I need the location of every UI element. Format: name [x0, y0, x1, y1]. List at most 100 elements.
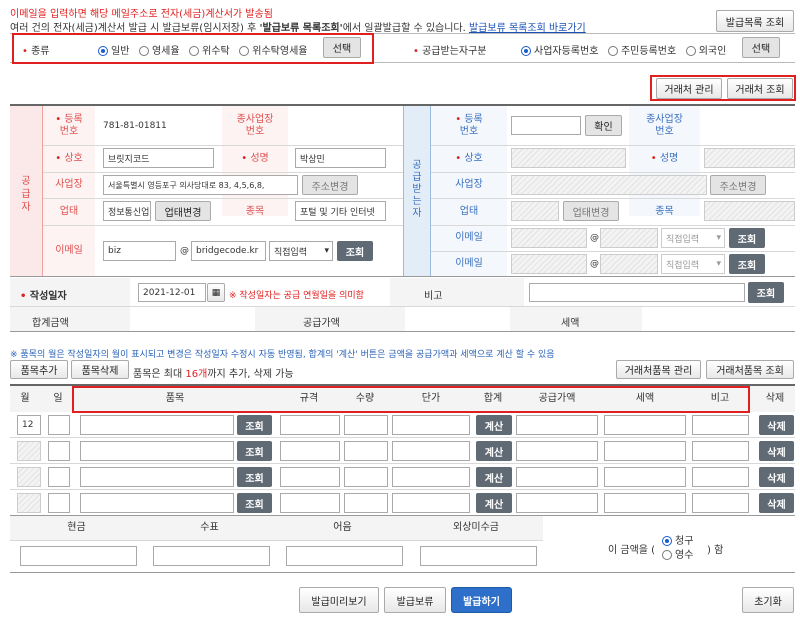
- qty-input[interactable]: [344, 441, 388, 461]
- receiver-name-input[interactable]: [511, 148, 626, 168]
- supply-input[interactable]: [516, 441, 598, 461]
- supplier-email-select[interactable]: 직접입력 ▾: [269, 241, 333, 261]
- memo-lookup-button[interactable]: 조회: [748, 282, 784, 303]
- pay-check-input[interactable]: [153, 546, 270, 566]
- tax-input[interactable]: [604, 467, 686, 487]
- tax-input[interactable]: [604, 493, 686, 513]
- claim-radio-claim[interactable]: 청구: [662, 532, 693, 547]
- receiver-biz-input[interactable]: [511, 201, 559, 221]
- recv-radio-bizno[interactable]: 사업자등록번호: [521, 46, 598, 57]
- month-input[interactable]: [17, 441, 41, 461]
- memo-input[interactable]: [692, 493, 749, 513]
- supply-input[interactable]: [516, 415, 598, 435]
- supplier-addr-button[interactable]: 주소변경: [302, 175, 358, 195]
- supplier-email-lookup-button[interactable]: 조회: [337, 241, 373, 261]
- claim-radio-receipt[interactable]: 영수: [662, 546, 693, 561]
- price-input[interactable]: [392, 467, 470, 487]
- receiver-biz-button[interactable]: 업태변경: [563, 201, 619, 221]
- item-lookup-button[interactable]: 조회: [237, 467, 272, 487]
- memo-input[interactable]: [692, 415, 749, 435]
- partner-lookup-button[interactable]: 거래처 조회: [727, 78, 793, 99]
- supplier-email-id[interactable]: biz: [103, 241, 176, 261]
- supplier-ceo-input[interactable]: 박상민: [295, 148, 386, 168]
- memo-input[interactable]: [692, 467, 749, 487]
- row-delete-button[interactable]: 삭제: [759, 493, 794, 513]
- day-input[interactable]: [48, 441, 70, 461]
- row-delete-button[interactable]: 삭제: [759, 441, 794, 461]
- supplier-addr-input[interactable]: 서울특별시 영등포구 의사당대로 83, 4,5,6,8,: [103, 175, 298, 195]
- receiver-email-id-2[interactable]: [511, 254, 587, 274]
- receiver-email-domain-2[interactable]: [600, 254, 658, 274]
- delete-item-button[interactable]: 품목삭제: [71, 360, 129, 379]
- recv-radio-resident[interactable]: 주민등록번호: [607, 46, 676, 57]
- date-input[interactable]: 2021-12-01: [138, 283, 206, 302]
- memo-input[interactable]: [692, 441, 749, 461]
- type-radio-consign[interactable]: 위수탁: [189, 46, 230, 57]
- item-lookup-button[interactable]: 조회: [237, 415, 272, 435]
- type-radio-consign-zero[interactable]: 위수탁영세율: [239, 46, 307, 57]
- calc-button[interactable]: 계산: [476, 467, 512, 487]
- type-radio-zero[interactable]: 영세율: [138, 46, 180, 57]
- supply-input[interactable]: [516, 467, 598, 487]
- type-radio-general[interactable]: 일반: [98, 46, 129, 57]
- month-input[interactable]: [17, 467, 41, 487]
- pay-credit-input[interactable]: [420, 546, 537, 566]
- supplier-name-input[interactable]: 브릿지코드: [103, 148, 214, 168]
- calc-button[interactable]: 계산: [476, 493, 512, 513]
- month-input[interactable]: [17, 493, 41, 513]
- receiver-email-select-1[interactable]: 직접입력 ▾: [661, 228, 725, 248]
- issue-list-button[interactable]: 발급목록 조회: [716, 10, 794, 32]
- pay-note-input[interactable]: [286, 546, 403, 566]
- supplier-item-input[interactable]: 포털 및 기타 인터넷: [295, 201, 386, 221]
- qty-input[interactable]: [344, 467, 388, 487]
- item-input[interactable]: [80, 441, 234, 461]
- reset-button[interactable]: 초기화: [742, 587, 794, 613]
- supply-input[interactable]: [516, 493, 598, 513]
- spec-input[interactable]: [280, 441, 340, 461]
- tax-input[interactable]: [604, 441, 686, 461]
- partner-item-manage-button[interactable]: 거래처품목 관리: [616, 360, 701, 379]
- recv-select-button[interactable]: 선택: [742, 37, 780, 58]
- spec-input[interactable]: [280, 467, 340, 487]
- type-select-button[interactable]: 선택: [323, 37, 361, 58]
- spec-input[interactable]: [280, 415, 340, 435]
- preview-button[interactable]: 발급미리보기: [299, 587, 379, 613]
- item-input[interactable]: [80, 467, 234, 487]
- item-lookup-button[interactable]: 조회: [237, 493, 272, 513]
- receiver-addr-input[interactable]: [511, 175, 707, 195]
- supplier-biz-button[interactable]: 업태변경: [155, 201, 211, 221]
- row-delete-button[interactable]: 삭제: [759, 415, 794, 435]
- day-input[interactable]: [48, 415, 70, 435]
- receiver-email-domain-1[interactable]: [600, 228, 658, 248]
- tax-input[interactable]: [604, 415, 686, 435]
- item-lookup-button[interactable]: 조회: [237, 441, 272, 461]
- supplier-email-domain[interactable]: bridgecode.kr: [191, 241, 266, 261]
- receiver-email-lookup-1[interactable]: 조회: [729, 228, 765, 248]
- month-input[interactable]: 12: [17, 415, 41, 435]
- day-input[interactable]: [48, 493, 70, 513]
- calendar-icon[interactable]: ▦: [207, 283, 225, 302]
- price-input[interactable]: [392, 415, 470, 435]
- item-input[interactable]: [80, 493, 234, 513]
- supplier-biz-input[interactable]: 정보통신업: [103, 201, 151, 221]
- partner-item-lookup-button[interactable]: 거래처품목 조회: [706, 360, 794, 379]
- hold-button[interactable]: 발급보류: [384, 587, 446, 613]
- calc-button[interactable]: 계산: [476, 441, 512, 461]
- receiver-confirm-button[interactable]: 확인: [585, 115, 622, 136]
- receiver-addr-button[interactable]: 주소변경: [710, 175, 766, 195]
- item-input[interactable]: [80, 415, 234, 435]
- qty-input[interactable]: [344, 493, 388, 513]
- recv-radio-foreign[interactable]: 외국인: [685, 46, 726, 57]
- row-delete-button[interactable]: 삭제: [759, 467, 794, 487]
- spec-input[interactable]: [280, 493, 340, 513]
- day-input[interactable]: [48, 467, 70, 487]
- partner-manage-button[interactable]: 거래처 관리: [656, 78, 722, 99]
- price-input[interactable]: [392, 441, 470, 461]
- receiver-email-lookup-2[interactable]: 조회: [729, 254, 765, 274]
- receiver-email-id-1[interactable]: [511, 228, 587, 248]
- memo-input[interactable]: [529, 283, 745, 302]
- qty-input[interactable]: [344, 415, 388, 435]
- receiver-ceo-input[interactable]: [704, 148, 795, 168]
- pay-cash-input[interactable]: [20, 546, 137, 566]
- receiver-item-input[interactable]: [704, 201, 795, 221]
